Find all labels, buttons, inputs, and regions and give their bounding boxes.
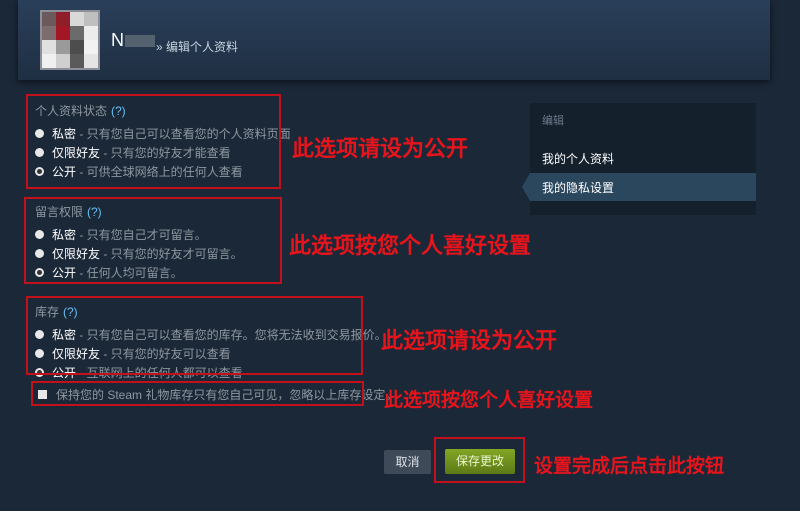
sidebar-heading: 编辑	[542, 115, 564, 127]
profile-header: N » 编辑个人资料	[18, 0, 770, 80]
note-profile-state: 此选项请设为公开	[292, 136, 469, 161]
edit-sidebar: 编辑 我的个人资料 我的隐私设置	[522, 103, 756, 215]
highlight-profile-state	[26, 94, 281, 189]
sidebar-item-privacy-settings[interactable]: 我的隐私设置	[542, 179, 614, 196]
username-redaction	[125, 35, 155, 48]
cancel-button[interactable]: 取消	[384, 450, 431, 474]
note-save-button: 设置完成后点击此按钮	[534, 456, 725, 477]
avatar[interactable]	[40, 10, 100, 70]
breadcrumb: » 编辑个人资料	[156, 40, 239, 54]
highlight-comment-permission	[24, 197, 282, 284]
username-text: N	[111, 30, 124, 50]
highlight-save-button	[434, 437, 525, 483]
username[interactable]: N	[111, 30, 155, 51]
highlight-inventory	[26, 296, 363, 375]
sidebar-item-my-profile[interactable]: 我的个人资料	[542, 150, 614, 167]
note-gift-checkbox: 此选项按您个人喜好设置	[384, 390, 594, 411]
note-inventory: 此选项请设为公开	[381, 328, 558, 353]
active-pointer-icon	[522, 173, 530, 201]
note-comment-permission: 此选项按您个人喜好设置	[289, 233, 532, 258]
highlight-gift-checkbox	[31, 381, 364, 406]
